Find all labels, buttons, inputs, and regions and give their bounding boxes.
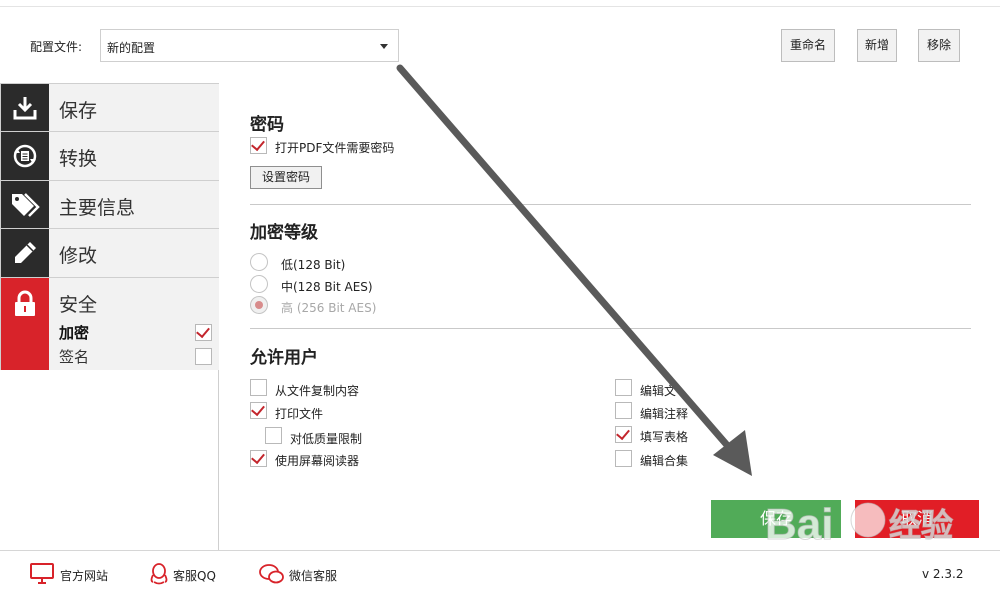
rename-button[interactable]: 重命名	[781, 29, 835, 62]
lock-icon	[1, 278, 49, 370]
edit-comments-checkbox[interactable]	[615, 402, 632, 419]
encryption-high-radio[interactable]	[250, 296, 268, 314]
edit-comments-label: 编辑注释	[640, 407, 689, 421]
sidebar-sub-encrypt[interactable]: 加密	[59, 322, 89, 343]
copy-content-checkbox[interactable]	[250, 379, 267, 396]
require-open-password-checkbox[interactable]	[250, 136, 267, 154]
pencil-icon	[1, 229, 49, 277]
profile-select[interactable]: 新的配置	[100, 29, 399, 62]
print-label: 打印文件	[275, 407, 324, 421]
sidebar-item-label: 保存	[59, 100, 98, 122]
official-website-label: 官方网站	[60, 569, 109, 583]
version-label: v 2.3.2	[922, 567, 964, 581]
edit-document-label: 编辑文	[640, 384, 677, 398]
save-button[interactable]: 保存	[711, 500, 841, 538]
sidebar-item-modify[interactable]: 修改	[1, 229, 219, 278]
add-button[interactable]: 新增	[857, 29, 897, 62]
remove-button[interactable]: 移除	[918, 29, 960, 62]
tag-icon	[1, 181, 49, 228]
sidebar-item-main-info[interactable]: 主要信息	[1, 181, 219, 229]
cancel-button[interactable]: 取消	[855, 500, 979, 538]
fill-forms-checkbox[interactable]	[615, 425, 632, 443]
password-section-title: 密码	[250, 115, 284, 135]
print-checkbox[interactable]	[250, 401, 267, 419]
copy-content-label: 从文件复制内容	[275, 384, 360, 398]
encryption-section-title: 加密等级	[250, 223, 318, 243]
edit-document-checkbox[interactable]	[615, 379, 632, 396]
sidebar-sub-sign[interactable]: 签名	[59, 346, 89, 367]
profile-select-value: 新的配置	[107, 41, 156, 55]
divider	[250, 328, 971, 329]
edit-collection-checkbox[interactable]	[615, 450, 632, 467]
convert-icon	[1, 132, 49, 180]
wechat-support-link[interactable]: 微信客服	[259, 563, 349, 585]
encrypt-checkbox[interactable]	[195, 323, 212, 341]
wechat-support-label: 微信客服	[289, 569, 338, 583]
low-quality-label: 对低质量限制	[290, 432, 363, 446]
top-divider	[0, 6, 1000, 7]
profile-label: 配置文件:	[30, 40, 83, 54]
footer: 官方网站 客服QQ 微信客服	[0, 550, 1000, 594]
download-icon	[1, 84, 49, 131]
encryption-low-radio[interactable]	[250, 253, 268, 271]
sign-checkbox[interactable]	[195, 348, 212, 365]
screen-reader-checkbox[interactable]	[250, 449, 267, 467]
require-open-password-label: 打开PDF文件需要密码	[275, 141, 395, 155]
sidebar-item-label: 安全	[59, 294, 98, 316]
sidebar-item-save[interactable]: 保存	[1, 84, 219, 132]
sidebar-item-security[interactable]: 安全 加密 签名	[1, 278, 219, 370]
qq-support-link[interactable]: 客服QQ	[150, 563, 230, 585]
edit-collection-label: 编辑合集	[640, 454, 689, 468]
qq-icon	[150, 563, 168, 585]
permissions-section-title: 允许用户	[250, 348, 318, 368]
chevron-down-icon	[380, 44, 388, 49]
qq-support-label: 客服QQ	[173, 569, 216, 583]
set-password-button[interactable]: 设置密码	[250, 166, 322, 189]
wechat-icon	[259, 564, 284, 584]
encryption-mid-label: 中(128 Bit AES)	[281, 280, 373, 294]
sidebar-item-convert[interactable]: 转换	[1, 132, 219, 181]
screen-reader-label: 使用屏幕阅读器	[275, 454, 360, 468]
sidebar-item-label: 转换	[59, 148, 98, 170]
encryption-high-label: 高 (256 Bit AES)	[281, 301, 377, 315]
sidebar-item-label: 修改	[59, 245, 98, 267]
encryption-low-label: 低(128 Bit)	[281, 258, 346, 272]
official-website-link[interactable]: 官方网站	[30, 563, 120, 585]
divider	[250, 204, 971, 205]
monitor-icon	[30, 563, 54, 584]
sidebar-item-label: 主要信息	[59, 197, 136, 219]
encryption-mid-radio[interactable]	[250, 275, 268, 293]
sidebar-frame: 保存 转换 主要信息 修改 安全 加密 签名	[0, 83, 219, 370]
sidebar: 保存 转换 主要信息 修改 安全 加密 签名	[0, 83, 219, 550]
fill-forms-label: 填写表格	[640, 430, 689, 444]
low-quality-checkbox[interactable]	[265, 427, 282, 444]
